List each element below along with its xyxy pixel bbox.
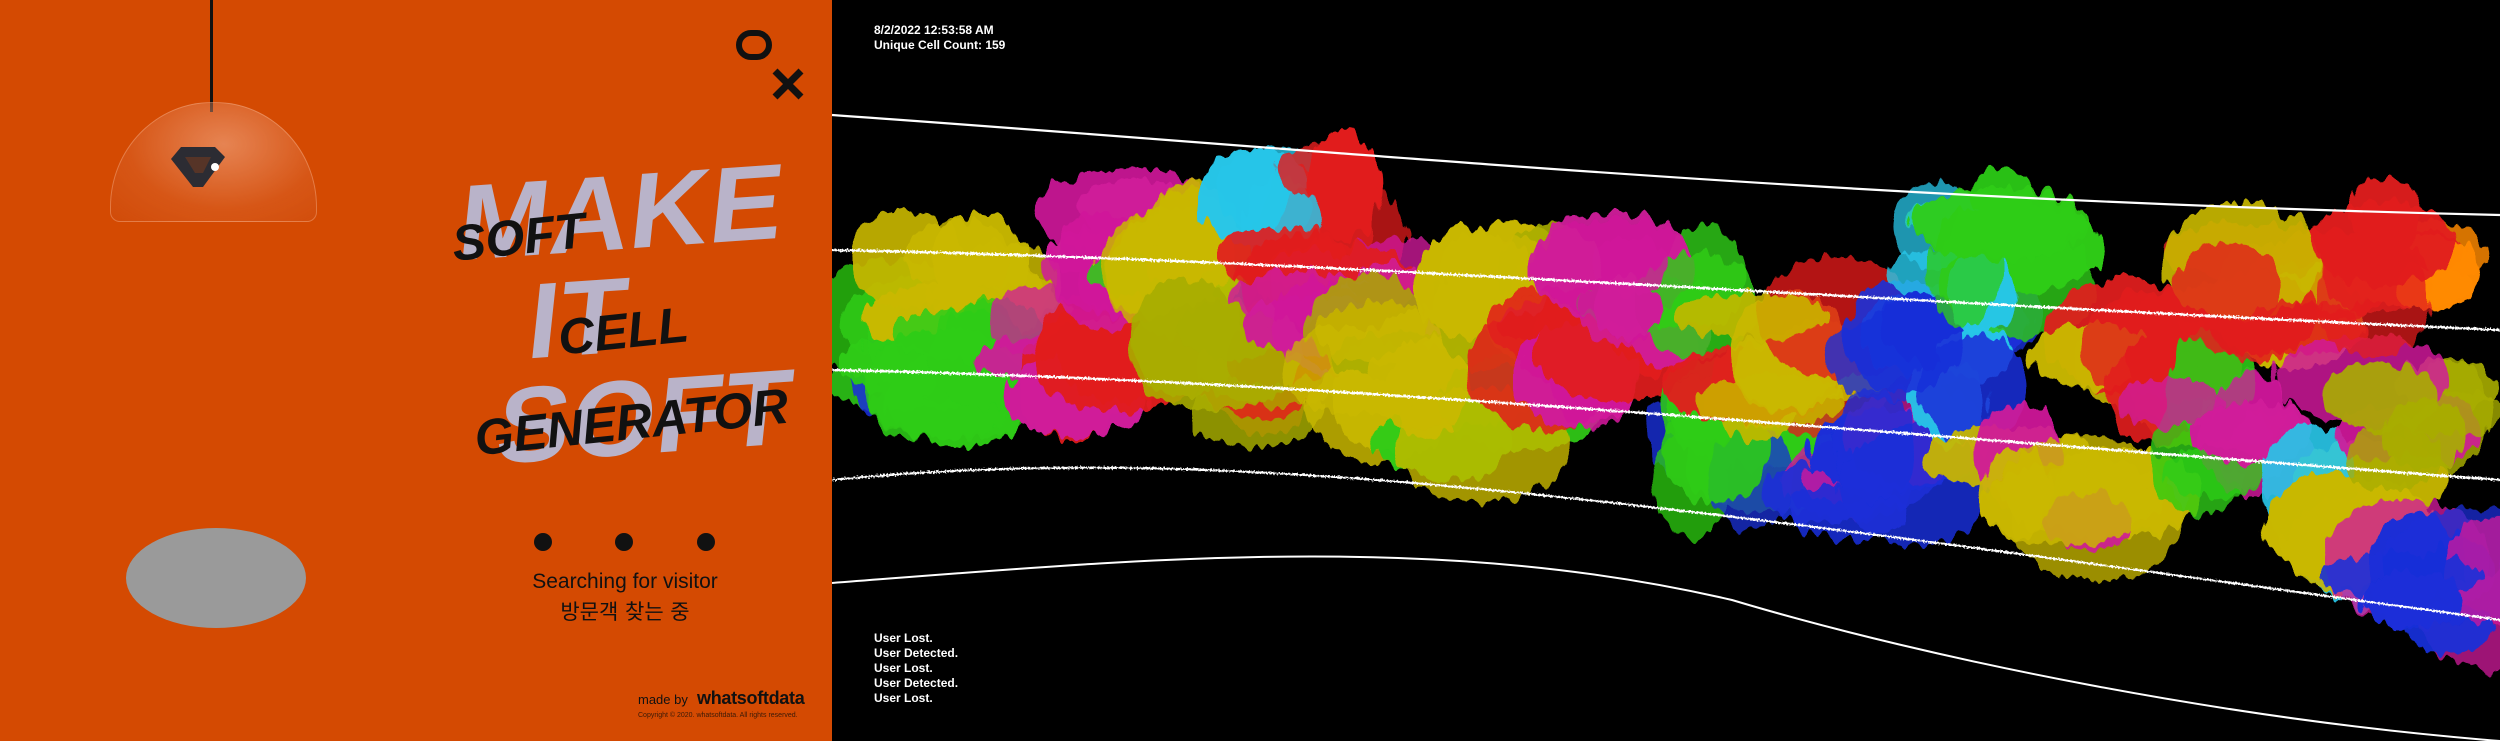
cell-blob: [2363, 570, 2464, 630]
cell-blobs: [832, 129, 2500, 672]
log-line: User Lost.: [874, 691, 933, 705]
brand-link[interactable]: whatsoftdata: [697, 688, 805, 709]
lamp-cord: [210, 0, 213, 112]
status-text-ko: 방문객 찾는 중: [560, 600, 690, 624]
cell-blob: [1672, 293, 1830, 340]
cell-blob: [1833, 388, 1915, 503]
cell-blob: [905, 220, 1011, 294]
cell-count: Unique Cell Count: 159: [874, 38, 1006, 52]
log-line: User Lost.: [874, 661, 933, 675]
log-line: User Detected.: [874, 646, 959, 660]
cell-blob: [1911, 187, 2090, 261]
ox-logo-icon: [736, 30, 804, 100]
timestamp: 8/2/2022 12:53:58 AM: [874, 23, 994, 37]
log-line: User Lost.: [874, 631, 933, 645]
floor-spot: [126, 528, 306, 628]
flow-line: [832, 555, 2500, 741]
loading-dot: [534, 533, 552, 551]
hexagon-chevron-icon: [171, 147, 225, 187]
cell-blob: [2382, 398, 2465, 471]
cell-blob: [1441, 235, 1530, 302]
status-text-en: Searching for visitor: [532, 570, 718, 593]
left-panel: MAKE IT SOFT SOFT CELL GENERATOR Searchi…: [0, 0, 832, 741]
made-by-label: made by: [638, 692, 688, 707]
loading-dot: [615, 533, 633, 551]
copyright-text: Copyright © 2020. whatsoftdata. All righ…: [638, 712, 798, 719]
cell-visualization: [832, 113, 2500, 741]
loading-dot: [697, 533, 715, 551]
loading-dots: [534, 533, 734, 553]
right-panel: 8/2/2022 12:53:58 AM Unique Cell Count: …: [832, 0, 2500, 741]
cell-blob: [1980, 447, 2052, 538]
log-line: User Detected.: [874, 676, 959, 690]
